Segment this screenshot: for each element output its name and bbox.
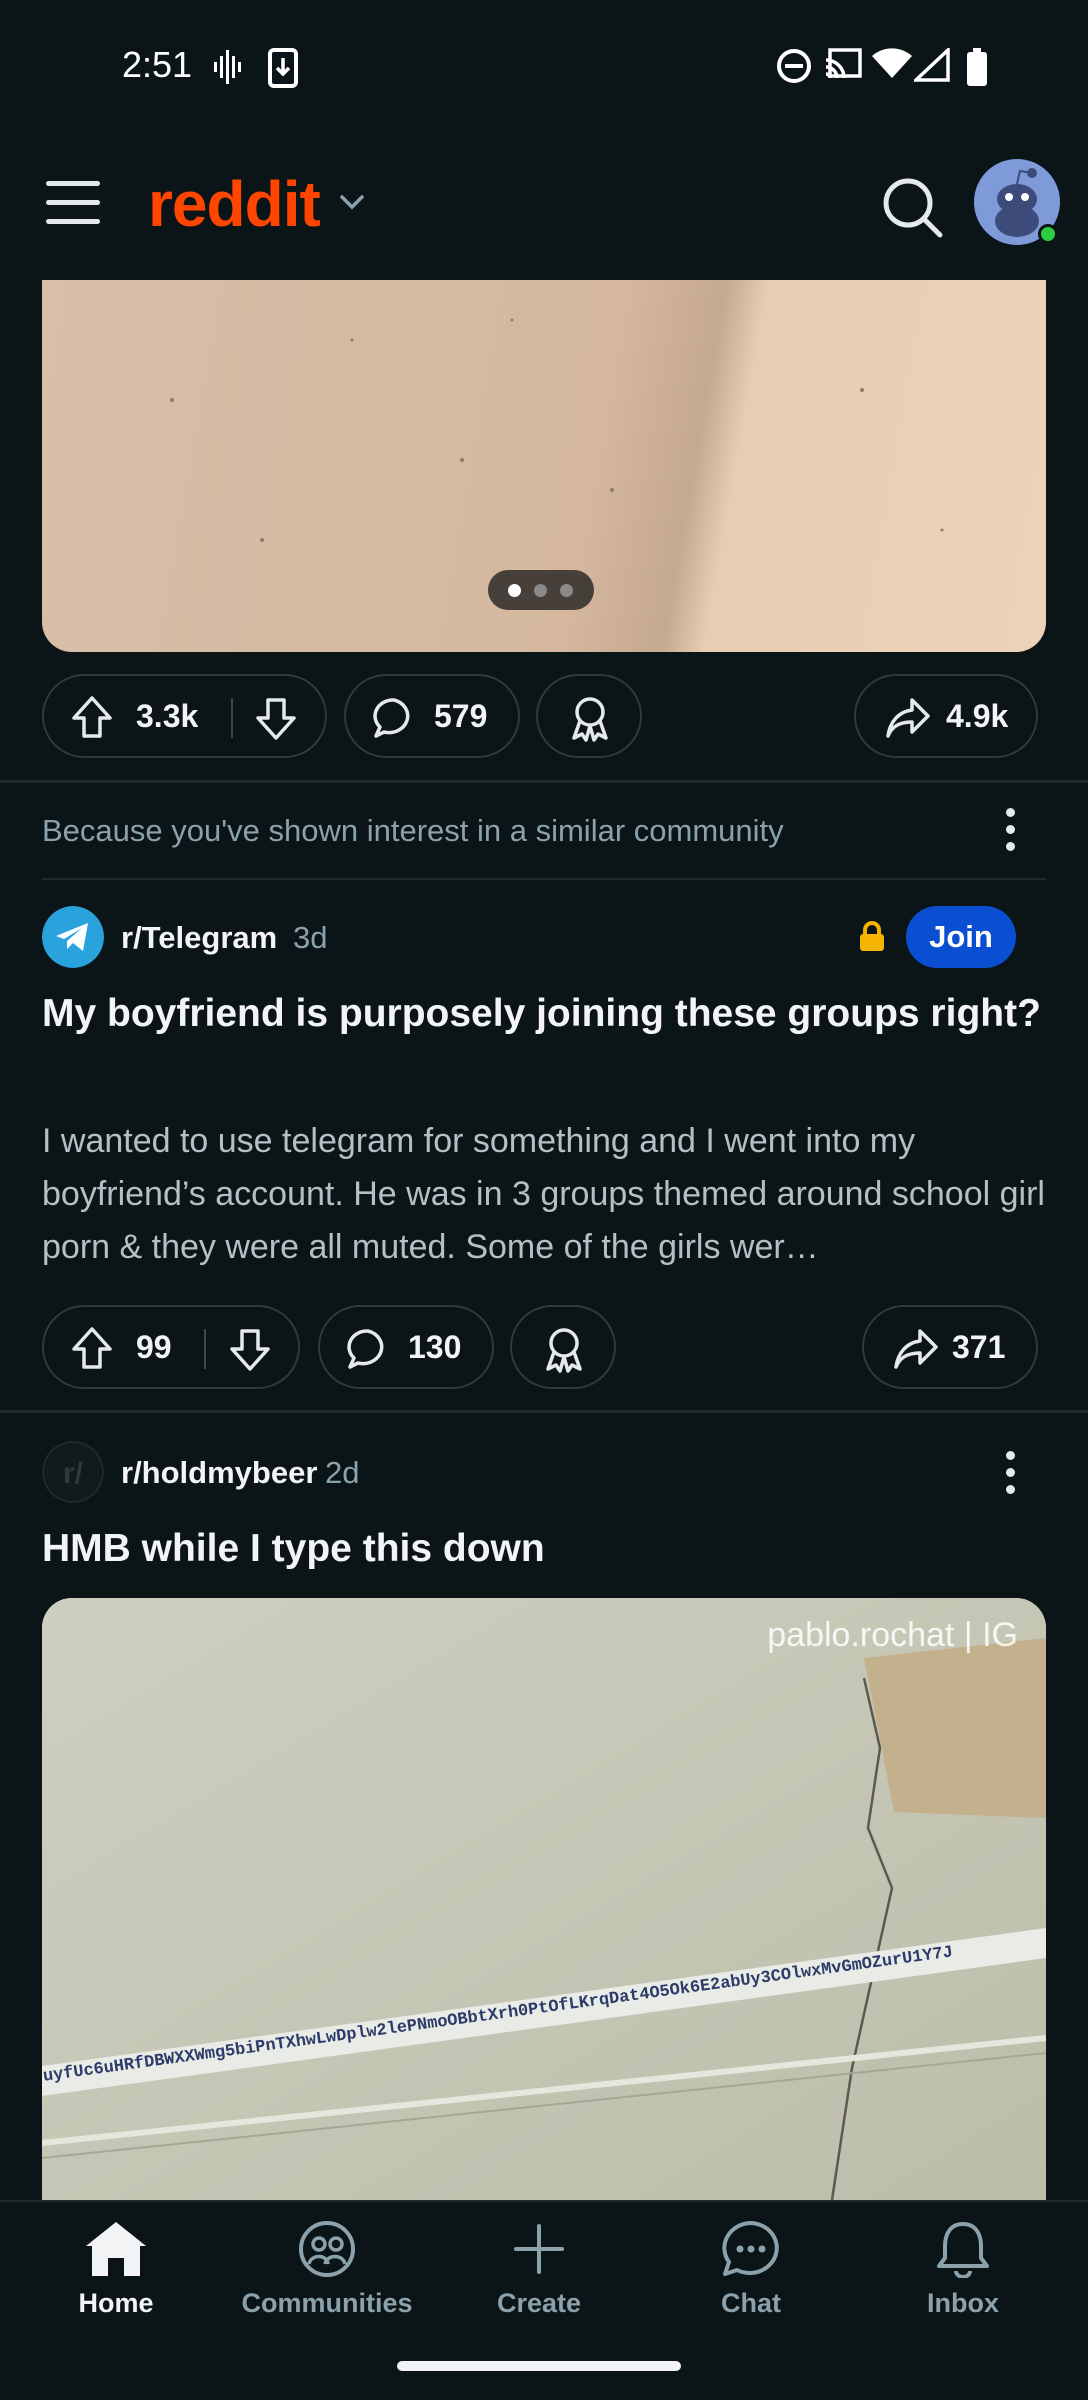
recommendation-reason: Because you've shown interest in a simil… <box>42 813 784 848</box>
search-icon[interactable] <box>880 175 946 241</box>
battery-icon <box>967 48 987 86</box>
subreddit-name[interactable]: r/holdmybeer <box>121 1455 317 1491</box>
nav-label: Inbox <box>927 2288 999 2318</box>
share-icon <box>886 698 930 738</box>
vote-separator <box>231 698 233 738</box>
share-icon <box>894 1329 938 1369</box>
subreddit-name[interactable]: r/Telegram <box>121 920 277 956</box>
post-body[interactable]: I wanted to use telegram for something a… <box>42 1115 1052 1275</box>
wall-photo <box>42 1598 1046 2200</box>
comment-count: 130 <box>408 1329 462 1365</box>
do-not-disturb-icon <box>777 49 811 83</box>
lock-icon <box>860 921 884 951</box>
plus-icon <box>514 2224 564 2274</box>
post-age: 2d <box>325 1455 360 1490</box>
menu-icon[interactable] <box>46 181 100 225</box>
image-watermark: pablo.rochat | IG <box>767 1616 1018 1654</box>
award-icon <box>546 1328 582 1373</box>
status-time: 2:51 <box>122 44 193 85</box>
comment-icon <box>373 698 410 738</box>
telegram-community-icon[interactable] <box>42 906 104 968</box>
reason-divider <box>42 878 1046 880</box>
chat-icon <box>722 2221 779 2276</box>
vote-bar: 99 <box>42 1305 300 1389</box>
carousel-indicator <box>488 570 594 610</box>
carousel-dot-active <box>508 584 521 597</box>
award-icon <box>572 697 608 742</box>
carousel-dot <box>560 584 573 597</box>
award-button[interactable] <box>536 674 642 758</box>
bell-icon <box>937 2222 989 2278</box>
nav-label: Communities <box>241 2288 413 2318</box>
nav-create[interactable]: Create <box>434 2220 644 2319</box>
join-button[interactable]: Join <box>906 906 1016 968</box>
upvote-count: 3.3k <box>136 698 199 734</box>
nav-home[interactable]: Home <box>11 2220 221 2319</box>
online-status-dot <box>1038 224 1058 244</box>
downvote-icon[interactable] <box>228 1327 272 1373</box>
post-divider <box>0 1410 1088 1413</box>
app-bar: reddit <box>0 135 1088 280</box>
reddit-logo[interactable]: reddit <box>148 167 321 241</box>
audio-wave-icon <box>214 50 241 84</box>
nav-label: Chat <box>721 2288 781 2318</box>
chevron-down-icon[interactable] <box>338 191 366 215</box>
vote-bar: 3.3k <box>42 674 327 758</box>
post-title[interactable]: HMB while I type this down <box>42 1523 1042 1575</box>
post-title[interactable]: My boyfriend is purposely joining these … <box>42 988 1042 1040</box>
comment-count: 579 <box>434 698 488 734</box>
download-icon <box>268 48 298 88</box>
share-button[interactable]: 371 <box>862 1305 1038 1389</box>
nav-label: Create <box>496 2288 582 2318</box>
cell-signal-icon <box>914 48 950 82</box>
communities-icon <box>299 2221 355 2277</box>
comment-icon <box>347 1329 384 1369</box>
nav-communities[interactable]: Communities <box>222 2220 432 2319</box>
nav-inbox[interactable]: Inbox <box>858 2220 1068 2319</box>
vote-separator <box>204 1329 206 1369</box>
share-count: 4.9k <box>946 698 1009 734</box>
post-divider <box>0 780 1088 783</box>
comments-button[interactable]: 579 <box>344 674 520 758</box>
share-count: 371 <box>952 1329 1006 1365</box>
carousel-dot <box>534 584 547 597</box>
nav-label: Home <box>78 2288 154 2318</box>
more-options-icon[interactable] <box>1006 1451 1016 1502</box>
cast-icon <box>825 48 862 79</box>
post-image[interactable]: uyfUc6uHRfDBWXXWmg5biPnTXhwLwDplw2lePNmo… <box>42 1598 1046 2200</box>
comments-button[interactable]: 130 <box>318 1305 494 1389</box>
share-button[interactable]: 4.9k <box>854 674 1038 758</box>
holdmybeer-community-icon[interactable]: r/ <box>42 1441 104 1503</box>
nav-chat[interactable]: Chat <box>646 2220 856 2319</box>
wifi-icon <box>872 48 912 78</box>
upvote-icon[interactable] <box>70 1325 114 1371</box>
svg-text:r/: r/ <box>63 1457 84 1490</box>
upvote-count: 99 <box>136 1329 172 1365</box>
home-icon <box>86 2222 146 2276</box>
upvote-icon[interactable] <box>70 694 114 740</box>
downvote-icon[interactable] <box>254 696 298 742</box>
post-age: 3d <box>293 920 328 955</box>
more-options-icon[interactable] <box>1006 808 1016 859</box>
status-bar: 2:51 <box>0 0 1088 135</box>
gesture-home-indicator[interactable] <box>397 2361 681 2371</box>
award-button[interactable] <box>510 1305 616 1389</box>
